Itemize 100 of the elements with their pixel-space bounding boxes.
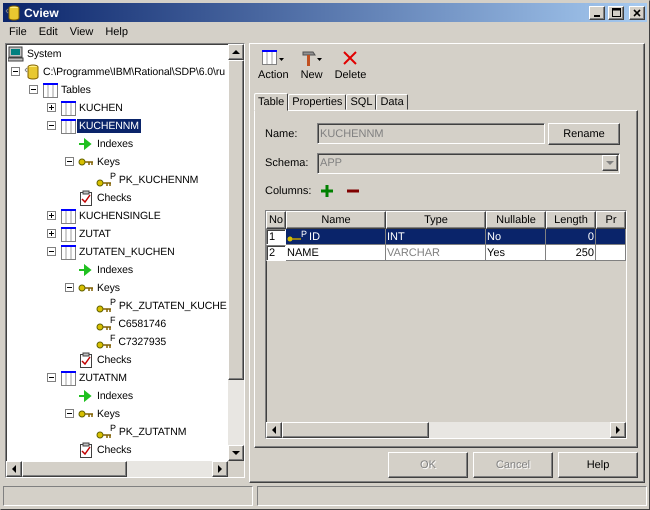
column-header[interactable]: Name [286, 211, 386, 230]
computer-icon [8, 46, 24, 62]
tree-item[interactable]: Checks [95, 442, 134, 457]
new-button[interactable]: New [296, 48, 327, 90]
key-type-letter: P [110, 172, 116, 181]
table-icon [60, 100, 76, 116]
arrow-down-icon [232, 448, 240, 457]
name-label: Name: [265, 128, 298, 140]
table-dropdown-icon [262, 50, 284, 66]
menu-item[interactable]: View [64, 26, 100, 38]
tab[interactable]: Data [376, 94, 408, 110]
tree-item[interactable]: Tables [59, 82, 93, 97]
collapse-toggle[interactable] [28, 85, 38, 94]
grid-row[interactable]: 2 NAME VARCHAR Yes 250 [266, 245, 626, 262]
arrow-right-icon [614, 426, 622, 434]
key-icon [96, 430, 112, 439]
scrollbar-thumb[interactable] [282, 422, 429, 438]
tree-item[interactable]: Keys [95, 406, 122, 421]
table-cell: 250 [546, 245, 596, 262]
menu-item[interactable]: Help [99, 26, 134, 38]
scrollbar-thumb[interactable] [228, 60, 244, 380]
tree-item[interactable]: Indexes [95, 388, 136, 403]
column-header[interactable]: Type [386, 211, 486, 230]
tree-item[interactable]: KUCHENSINGLE [77, 208, 163, 223]
tree-item[interactable]: C:\Programme\IBM\Rational\SDP\6.0\ru [41, 64, 227, 79]
close-icon [633, 8, 641, 17]
collapse-toggle[interactable] [10, 67, 20, 76]
collapse-toggle[interactable] [46, 373, 56, 382]
row-number: 2 [266, 245, 286, 262]
scroll-right-button[interactable] [610, 422, 626, 438]
tree-item[interactable]: C7327935 [116, 334, 168, 349]
scroll-up-button[interactable] [228, 44, 244, 60]
scroll-down-button[interactable] [228, 444, 244, 461]
add-icon[interactable] [321, 185, 333, 198]
table-icon [60, 118, 76, 134]
key-icon [96, 322, 112, 331]
vertical-scrollbar[interactable] [228, 44, 244, 461]
tab[interactable]: Properties [288, 94, 346, 110]
collapse-toggle[interactable] [64, 157, 74, 166]
column-header[interactable]: Pr [596, 211, 626, 230]
collapse-toggle[interactable] [46, 121, 56, 130]
key-type-letter: P [110, 298, 116, 307]
tree-item[interactable]: Keys [95, 154, 122, 169]
tree-item[interactable]: C6581746 [116, 316, 168, 331]
scroll-right-button[interactable] [212, 460, 228, 477]
delete-button[interactable]: Delete [330, 48, 370, 90]
column-header[interactable]: Length [546, 211, 596, 230]
menu-item[interactable]: File [3, 26, 33, 38]
column-header[interactable]: Nullable [486, 211, 546, 230]
arrow-icon [78, 388, 94, 404]
table-icon [60, 226, 76, 242]
collapse-toggle[interactable] [64, 409, 74, 418]
scrollbar-thumb[interactable] [22, 460, 127, 477]
tree-item[interactable]: System [25, 46, 64, 61]
rename-button[interactable]: Rename [548, 122, 620, 145]
tree-item[interactable]: ZUTATNM [77, 370, 129, 385]
dropdown-button[interactable] [602, 155, 618, 172]
plus-icon [48, 230, 54, 238]
plus-icon [48, 104, 54, 112]
column-header[interactable]: No [266, 211, 286, 230]
expand-toggle[interactable] [46, 211, 56, 220]
tree-item[interactable]: ZUTATEN_KUCHEN [77, 244, 177, 259]
maximize-button[interactable] [608, 6, 624, 20]
close-button[interactable] [629, 6, 645, 20]
dropdown-arrow-icon [606, 159, 614, 168]
tree-item[interactable]: PK_ZUTATNM [116, 424, 188, 439]
arrow-icon [78, 136, 94, 152]
collapse-toggle[interactable] [64, 283, 74, 292]
table-icon [42, 82, 58, 98]
clipboard-check-icon [78, 352, 94, 368]
tree-item[interactable]: Checks [95, 352, 134, 367]
dialog-button[interactable]: Help [558, 452, 638, 478]
key-icon [96, 340, 112, 349]
menu-item[interactable]: Edit [32, 26, 64, 38]
tab[interactable]: SQL [346, 94, 376, 110]
tree-item[interactable]: Indexes [95, 262, 136, 277]
expand-toggle[interactable] [46, 229, 56, 238]
remove-icon[interactable] [347, 189, 359, 194]
horizontal-scrollbar[interactable] [266, 422, 626, 438]
arrow-right-icon [216, 464, 224, 473]
scroll-left-button[interactable] [266, 422, 282, 438]
schema-label: Schema: [265, 157, 310, 170]
key-type-letter: P [301, 230, 308, 240]
tree-item[interactable]: Keys [95, 280, 122, 295]
tree-item[interactable]: PK_KUCHENNM [116, 172, 200, 187]
tree-item[interactable]: Indexes [95, 136, 136, 151]
collapse-toggle[interactable] [46, 247, 56, 256]
tree-item[interactable]: PK_ZUTATEN_KUCHE [116, 298, 228, 313]
key-icon [78, 158, 94, 166]
key-icon [96, 304, 112, 313]
horizontal-scrollbar[interactable] [6, 460, 228, 477]
scroll-left-button[interactable] [6, 460, 22, 477]
minimize-button[interactable] [589, 6, 605, 20]
tree-item[interactable]: Checks [95, 190, 134, 205]
tree-item[interactable]: ZUTAT [77, 226, 113, 241]
tab[interactable]: Table [254, 92, 288, 111]
expand-toggle[interactable] [46, 103, 56, 112]
action-button[interactable]: Action [254, 48, 293, 90]
tree-item[interactable]: KUCHEN [77, 100, 125, 115]
tree-item[interactable]: KUCHENNM [77, 118, 141, 133]
